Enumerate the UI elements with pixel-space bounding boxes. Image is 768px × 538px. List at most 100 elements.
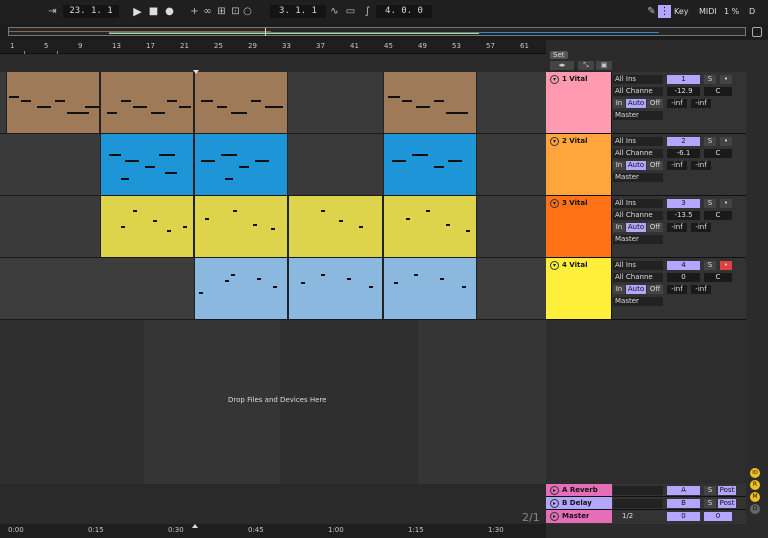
- master-track[interactable]: ▸ Master 1/2 0 0: [546, 510, 746, 524]
- send-b-field[interactable]: -inf: [691, 161, 711, 170]
- track-title-1[interactable]: ▾ 1 Vital: [546, 72, 612, 133]
- monitor-in-button[interactable]: In: [613, 223, 625, 232]
- midi-clip[interactable]: [194, 72, 288, 133]
- track-activator[interactable]: 3: [667, 199, 700, 208]
- solo-button[interactable]: S: [704, 199, 716, 208]
- input-channel-select[interactable]: All Channe: [613, 211, 663, 220]
- monitor-off-button[interactable]: Off: [647, 223, 663, 232]
- track-header-2[interactable]: ▾ 2 Vital All Ins All Channe In Auto Off…: [546, 134, 746, 196]
- input-channel-select[interactable]: All Channe: [613, 273, 663, 282]
- drop-zone[interactable]: Drop Files and Devices Here: [0, 316, 546, 484]
- beat-ruler[interactable]: 1 5 9 13 17 21 25 29 33 37 41 45 49 53 5…: [0, 40, 546, 58]
- return-activator[interactable]: A: [667, 486, 700, 495]
- punch-out-icon[interactable]: ∫: [361, 5, 374, 18]
- return-title-b[interactable]: ▸ B Delay: [546, 497, 612, 509]
- input-type-select[interactable]: All Ins: [613, 261, 663, 270]
- fold-icon[interactable]: ▾: [550, 199, 559, 208]
- track-header-1[interactable]: ▾ 1 Vital All Ins All Channe In Auto Off…: [546, 72, 746, 134]
- play-icon[interactable]: ▶: [131, 5, 144, 18]
- volume-field[interactable]: -12.9: [667, 87, 700, 96]
- midi-clip[interactable]: [6, 72, 100, 133]
- set-button[interactable]: Set: [550, 51, 568, 59]
- arrangement-overview[interactable]: [0, 24, 768, 40]
- solo-button[interactable]: S: [704, 75, 716, 84]
- input-channel-select[interactable]: All Channe: [613, 87, 663, 96]
- loop-switch-icon[interactable]: ▭: [344, 5, 357, 18]
- fold-icon[interactable]: ▸: [550, 512, 559, 521]
- midi-clip[interactable]: [194, 258, 288, 319]
- add-icon[interactable]: +: [188, 5, 201, 18]
- track-lane-3[interactable]: [0, 196, 546, 258]
- track-header-4[interactable]: ▾ 4 Vital All Ins All Channe In Auto Off…: [546, 258, 746, 320]
- monitor-auto-button[interactable]: Auto: [626, 223, 646, 232]
- send-a-field[interactable]: -inf: [667, 161, 687, 170]
- track-activator[interactable]: 4: [667, 261, 700, 270]
- track-name[interactable]: 3 Vital: [562, 199, 587, 207]
- midi-clip[interactable]: [288, 258, 383, 319]
- punch-in-icon[interactable]: ∿: [328, 5, 341, 18]
- midi-clip[interactable]: [383, 258, 477, 319]
- track-name[interactable]: 1 Vital: [562, 75, 587, 83]
- capture-icon[interactable]: ⊞: [215, 5, 228, 18]
- monitor-in-button[interactable]: In: [613, 99, 625, 108]
- lock-icon[interactable]: ▣: [596, 61, 612, 70]
- solo-button[interactable]: S: [704, 137, 716, 146]
- key-map-button[interactable]: Key: [674, 7, 689, 16]
- record-icon[interactable]: ●: [163, 5, 176, 18]
- loop-length-field[interactable]: 4. 0. 0: [376, 5, 432, 18]
- monitor-off-button[interactable]: Off: [647, 285, 663, 294]
- master-name[interactable]: Master: [562, 512, 589, 520]
- midi-clip[interactable]: [100, 72, 194, 133]
- fold-icon[interactable]: ▾: [550, 137, 559, 146]
- return-activator[interactable]: B: [667, 499, 700, 508]
- insert-marker-icon[interactable]: [193, 70, 199, 74]
- time-signature[interactable]: 2/1: [522, 511, 540, 524]
- solo-button[interactable]: S: [704, 261, 716, 270]
- metronome-icon[interactable]: ○: [241, 5, 254, 18]
- track-lane-4[interactable]: [0, 258, 546, 320]
- output-select[interactable]: Master: [613, 173, 663, 182]
- post-button[interactable]: Post: [718, 499, 736, 508]
- return-title-a[interactable]: ▸ A Reverb: [546, 484, 612, 496]
- fold-icon[interactable]: ▾: [550, 75, 559, 84]
- send-a-field[interactable]: -inf: [667, 223, 687, 232]
- volume-field[interactable]: 0: [667, 273, 700, 282]
- return-name[interactable]: B Delay: [562, 499, 592, 507]
- pan-field[interactable]: C: [704, 149, 732, 158]
- post-button[interactable]: Post: [718, 486, 736, 495]
- pan-field[interactable]: C: [704, 211, 732, 220]
- master-pan[interactable]: 0: [704, 512, 732, 521]
- monitor-in-button[interactable]: In: [613, 161, 625, 170]
- send-a-field[interactable]: -inf: [667, 99, 687, 108]
- send-b-field[interactable]: -inf: [691, 99, 711, 108]
- pan-field[interactable]: C: [704, 273, 732, 282]
- arrangement-view[interactable]: Drop Files and Devices Here: [0, 54, 546, 484]
- midi-map-button[interactable]: MIDI: [699, 7, 717, 16]
- computer-keyboard-icon[interactable]: ⋮: [658, 5, 671, 18]
- return-track-a[interactable]: ▸ A Reverb A S Post: [546, 484, 746, 497]
- midi-clip[interactable]: [288, 196, 383, 257]
- track-name[interactable]: 4 Vital: [562, 261, 587, 269]
- return-name[interactable]: A Reverb: [562, 486, 598, 494]
- arrangement-position[interactable]: 23. 1. 1: [63, 5, 119, 18]
- loop-start-field[interactable]: 3. 1. 1: [270, 5, 326, 18]
- send-b-field[interactable]: -inf: [691, 285, 711, 294]
- midi-clip[interactable]: [100, 134, 194, 195]
- link-icon[interactable]: ∞: [201, 5, 214, 18]
- pan-field[interactable]: C: [704, 87, 732, 96]
- arm-icon[interactable]: •: [720, 75, 732, 84]
- fold-icon[interactable]: ▾: [550, 261, 559, 270]
- fold-icon[interactable]: ▸: [550, 486, 559, 495]
- monitor-auto-button[interactable]: Auto: [626, 285, 646, 294]
- return-output-select[interactable]: [613, 486, 663, 495]
- track-activator[interactable]: 1: [667, 75, 700, 84]
- send-a-field[interactable]: -inf: [667, 285, 687, 294]
- input-channel-select[interactable]: All Channe: [613, 149, 663, 158]
- back-forward-icon[interactable]: ◂▸: [550, 61, 574, 70]
- midi-clip[interactable]: [100, 196, 194, 257]
- input-type-select[interactable]: All Ins: [613, 75, 663, 84]
- follow-icon[interactable]: ⇥: [46, 5, 59, 18]
- midi-clip[interactable]: [194, 196, 288, 257]
- solo-button[interactable]: S: [704, 499, 716, 508]
- volume-field[interactable]: -6.1: [667, 149, 700, 158]
